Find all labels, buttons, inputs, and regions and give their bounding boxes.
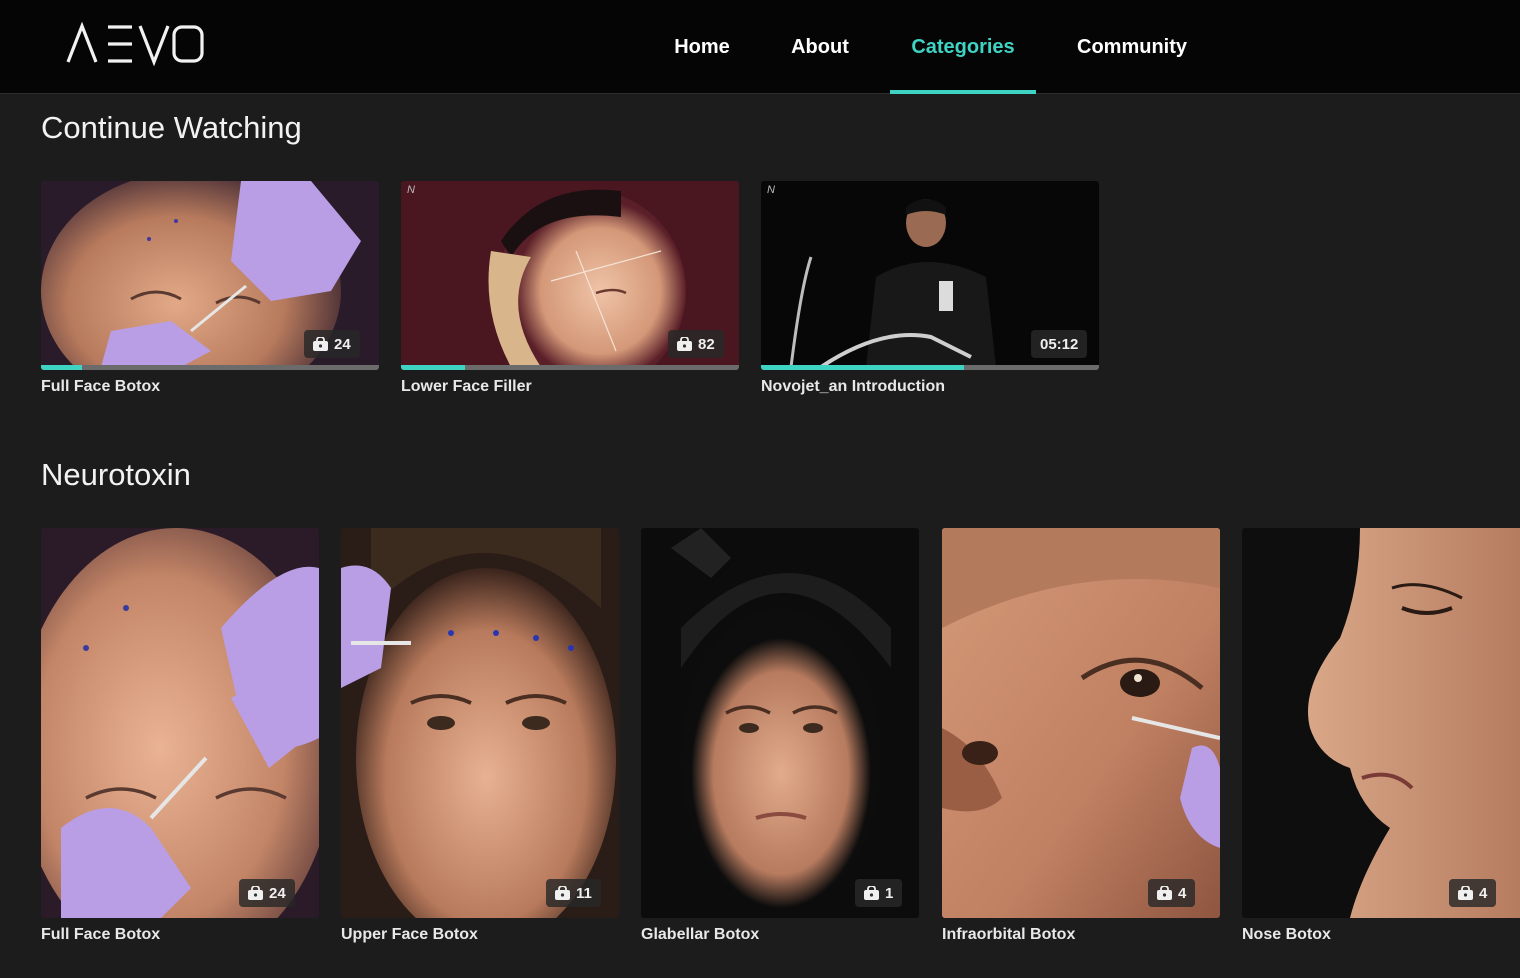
badge-count: 82 (698, 335, 715, 353)
lesson-count-badge: 1 (855, 879, 903, 907)
watch-progress-bar (41, 365, 379, 370)
card-label: Glabellar Botox (641, 926, 760, 943)
duration-badge: 05:12 (1031, 330, 1088, 358)
continue-card-full-face-botox[interactable]: 24 Full Face Botox (41, 181, 379, 401)
card-label: Novojet_an Introduction (761, 378, 945, 395)
nav-about[interactable]: About (774, 0, 866, 94)
badge-count: 11 (576, 884, 592, 902)
video-lock-icon (677, 337, 692, 351)
lesson-count-badge: 24 (304, 330, 360, 358)
section-title-continue-watching: Continue Watching (41, 110, 302, 145)
lesson-count-badge: 4 (1148, 879, 1196, 907)
nav-categories[interactable]: Categories (890, 0, 1036, 94)
video-lock-icon (248, 886, 263, 900)
lesson-count-badge: 24 (239, 879, 295, 907)
watch-progress-fill (41, 365, 82, 370)
video-lock-icon (1157, 886, 1172, 900)
watch-progress-bar (401, 365, 739, 370)
video-lock-icon (864, 886, 879, 900)
top-navigation-bar: Home About Categories Community (0, 0, 1520, 94)
brand-watermark-icon: N (767, 184, 775, 196)
category-card-upper-face-botox[interactable]: 11 Upper Face Botox (341, 528, 619, 948)
aevo-logo[interactable] (66, 22, 206, 66)
card-label: Lower Face Filler (401, 378, 532, 395)
category-thumbnail (41, 528, 319, 918)
video-lock-icon (313, 337, 328, 351)
video-duration: 05:12 (1040, 335, 1079, 353)
card-label: Full Face Botox (41, 378, 161, 395)
card-label: Upper Face Botox (341, 926, 478, 943)
continue-card-lower-face-filler[interactable]: N 82 Lower Face Filler (401, 181, 739, 401)
brand-watermark-icon: N (407, 184, 415, 196)
watch-progress-fill (761, 365, 964, 370)
nav-home[interactable]: Home (656, 0, 748, 94)
badge-count: 4 (1479, 884, 1488, 902)
badge-count: 1 (885, 884, 894, 902)
badge-count: 24 (269, 884, 286, 902)
badge-count: 24 (334, 335, 351, 353)
lesson-count-badge: 4 (1449, 879, 1497, 907)
card-label: Infraorbital Botox (942, 926, 1076, 943)
category-thumbnail (942, 528, 1220, 918)
continue-card-novojet-introduction[interactable]: N 05:12 Novojet_an Introduction (761, 181, 1099, 401)
nav-community[interactable]: Community (1062, 0, 1202, 94)
category-thumbnail (1242, 528, 1520, 918)
category-thumbnail (641, 528, 919, 918)
category-card-infraorbital-botox[interactable]: 4 Infraorbital Botox (942, 528, 1220, 948)
video-lock-icon (555, 886, 570, 900)
card-label: Nose Botox (1242, 926, 1331, 943)
video-lock-icon (1458, 886, 1473, 900)
lesson-count-badge: 11 (546, 879, 601, 907)
watch-progress-fill (401, 365, 466, 370)
category-card-full-face-botox[interactable]: 24 Full Face Botox (41, 528, 319, 948)
section-title-neurotoxin: Neurotoxin (41, 457, 191, 492)
watch-progress-bar (761, 365, 1099, 370)
category-card-nose-botox[interactable]: 4 Nose Botox (1242, 528, 1520, 948)
card-label: Full Face Botox (41, 926, 161, 943)
badge-count: 4 (1178, 884, 1187, 902)
lesson-count-badge: 82 (668, 330, 724, 358)
category-card-glabellar-botox[interactable]: 1 Glabellar Botox (641, 528, 919, 948)
category-thumbnail (341, 528, 619, 918)
